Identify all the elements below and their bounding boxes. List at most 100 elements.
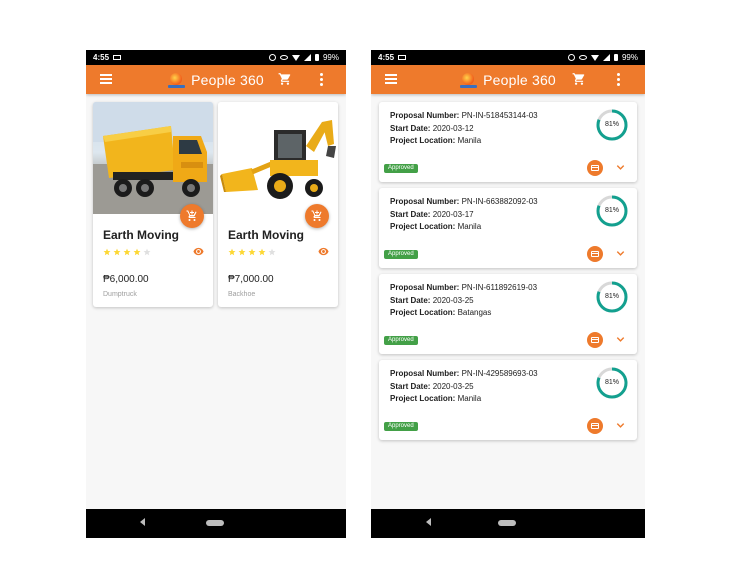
alarm-icon: [567, 54, 575, 61]
cart-icon[interactable]: [278, 72, 292, 86]
project-location: Manila: [457, 136, 482, 145]
app-title: People 360: [483, 71, 556, 88]
progress-percent: 81%: [604, 293, 619, 300]
phone-screen-products: 4:55 99% People 360 Earth Moving ₱6,000.…: [86, 50, 346, 538]
nav-home-pill[interactable]: [498, 520, 516, 526]
proposal-number-row: Proposal Number: PN-IN-611892619-03: [390, 283, 538, 292]
product-price: ₱7,000.00: [228, 274, 274, 285]
menu-icon[interactable]: [385, 74, 397, 84]
chevron-down-icon[interactable]: [615, 162, 626, 173]
document-icon[interactable]: [587, 332, 603, 348]
progress-percent: 81%: [604, 121, 619, 128]
product-price: ₱6,000.00: [103, 274, 149, 285]
eye-icon[interactable]: [318, 247, 329, 256]
start-date: 2020-03-17: [432, 210, 474, 219]
more-vert-icon[interactable]: [615, 73, 621, 86]
dump-truck-illustration: [93, 102, 213, 214]
proposal-number: PN-IN-518453144-03: [461, 111, 538, 120]
start-date: 2020-03-25: [432, 382, 474, 391]
proposal-number: PN-IN-429589693-03: [461, 369, 538, 378]
battery-level: 99%: [322, 53, 339, 62]
document-icon[interactable]: [587, 246, 603, 262]
proposal-number-row: Proposal Number: PN-IN-518453144-03: [390, 111, 538, 120]
proposal-number: PN-IN-611892619-03: [461, 283, 538, 292]
document-icon[interactable]: [587, 418, 603, 434]
start-date-row: Start Date: 2020-03-25: [390, 296, 474, 305]
chevron-down-icon[interactable]: [615, 420, 626, 431]
battery-icon: [314, 54, 319, 61]
project-location-row: Project Location: Manila: [390, 222, 482, 231]
system-nav-bar: [86, 509, 346, 538]
wifi-icon: [291, 54, 300, 61]
star-icon: [268, 248, 276, 256]
menu-icon[interactable]: [100, 74, 112, 84]
proposal-card[interactable]: Proposal Number: PN-IN-663882092-03 Star…: [379, 188, 637, 268]
chevron-down-icon[interactable]: [615, 248, 626, 259]
proposal-card[interactable]: Proposal Number: PN-IN-429589693-03 Star…: [379, 360, 637, 440]
phone-screen-proposals: 4:55 99% People 360 Proposal Number: PN-…: [371, 50, 645, 538]
signal-icon: [303, 54, 311, 61]
start-date-row: Start Date: 2020-03-12: [390, 124, 474, 133]
battery-icon: [613, 54, 618, 61]
star-icon: [143, 248, 151, 256]
document-icon[interactable]: [587, 160, 603, 176]
battery-level: 99%: [621, 53, 638, 62]
progress-percent: 81%: [604, 379, 619, 386]
proposal-card[interactable]: Proposal Number: PN-IN-518453144-03 Star…: [379, 102, 637, 182]
data-saver-icon: [578, 55, 587, 60]
project-location: Manila: [457, 222, 482, 231]
app-brand: People 360: [86, 72, 346, 88]
product-card[interactable]: Earth Moving ₱7,000.00 Backhoe: [218, 102, 338, 307]
mail-icon: [113, 55, 122, 60]
project-location-row: Project Location: Manila: [390, 394, 482, 403]
product-image-dump-truck: [93, 102, 213, 214]
mail-icon: [398, 55, 407, 60]
rating-stars: [228, 248, 276, 256]
product-grid: Earth Moving ₱6,000.00 Dumptruck Earth M…: [93, 102, 339, 307]
product-card[interactable]: Earth Moving ₱6,000.00 Dumptruck: [93, 102, 213, 307]
app-bar: People 360: [86, 65, 346, 94]
start-date: 2020-03-25: [432, 296, 474, 305]
proposal-number-row: Proposal Number: PN-IN-429589693-03: [390, 369, 538, 378]
alarm-icon: [268, 54, 276, 61]
app-logo: [460, 72, 478, 88]
proposal-card[interactable]: Proposal Number: PN-IN-611892619-03 Star…: [379, 274, 637, 354]
rating-stars: [103, 248, 151, 256]
eye-icon[interactable]: [193, 247, 204, 256]
chevron-down-icon[interactable]: [615, 334, 626, 345]
signal-icon: [602, 54, 610, 61]
start-date-row: Start Date: 2020-03-25: [390, 382, 474, 391]
start-date-row: Start Date: 2020-03-17: [390, 210, 474, 219]
status-time: 4:55: [378, 53, 395, 62]
star-icon: [238, 248, 246, 256]
backhoe-illustration: [220, 120, 336, 199]
app-brand: People 360: [371, 72, 645, 88]
proposal-number: PN-IN-663882092-03: [461, 197, 538, 206]
status-badge: Approved: [384, 336, 418, 345]
product-name: Earth Moving: [103, 228, 180, 242]
product-category: Backhoe: [228, 291, 256, 298]
system-nav-bar: [371, 509, 645, 538]
status-badge: Approved: [384, 164, 418, 173]
product-name: Earth Moving: [228, 228, 305, 242]
app-logo: [168, 72, 186, 88]
product-image-backhoe: [218, 102, 338, 214]
star-icon: [103, 248, 111, 256]
star-icon: [258, 248, 266, 256]
nav-back-icon[interactable]: [426, 518, 431, 526]
add-cart-button[interactable]: [305, 204, 329, 228]
add-cart-button[interactable]: [180, 204, 204, 228]
start-date: 2020-03-12: [432, 124, 474, 133]
add-cart-icon: [186, 210, 197, 221]
status-time: 4:55: [93, 53, 110, 62]
nav-home-pill[interactable]: [206, 520, 224, 526]
project-location: Batangas: [457, 308, 492, 317]
data-saver-icon: [279, 55, 288, 60]
cart-icon[interactable]: [572, 72, 586, 86]
status-bar: 4:55 99%: [86, 50, 346, 65]
app-title: People 360: [191, 71, 264, 88]
project-location-row: Project Location: Batangas: [390, 308, 492, 317]
more-vert-icon[interactable]: [318, 73, 324, 86]
add-cart-icon: [311, 210, 322, 221]
nav-back-icon[interactable]: [140, 518, 145, 526]
